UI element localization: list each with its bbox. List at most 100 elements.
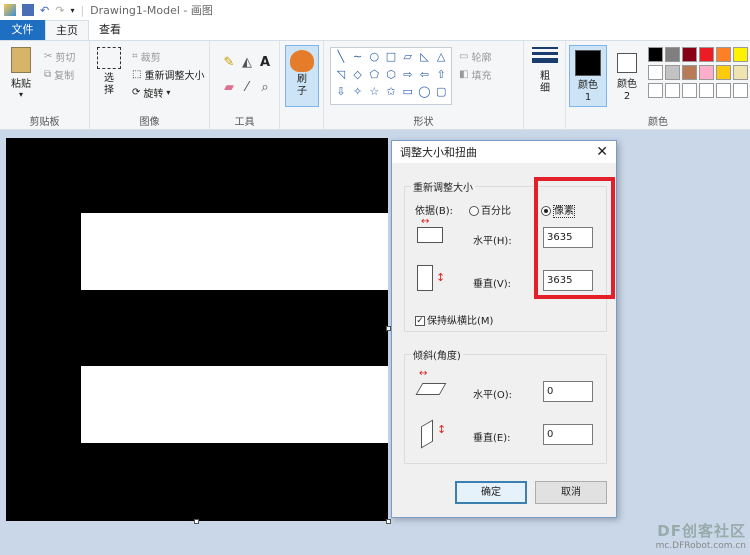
paint-app-icon (4, 4, 16, 16)
shape-item[interactable]: ⇩ (333, 85, 349, 102)
color-swatch[interactable] (682, 65, 697, 80)
color-swatch[interactable] (699, 65, 714, 80)
line-weight-icon (532, 47, 558, 63)
shape-item[interactable]: ▭ (400, 85, 416, 102)
shape-item[interactable]: ☆ (366, 85, 382, 102)
color-swatch[interactable] (733, 83, 748, 98)
color-swatch[interactable] (648, 47, 663, 62)
color-swatch[interactable] (665, 47, 680, 62)
tab-home[interactable]: 主页 (45, 20, 89, 40)
quick-access-dropdown-icon[interactable]: ▾ (70, 6, 74, 15)
shape-item[interactable]: ⬠ (366, 68, 382, 85)
shape-item[interactable]: ◯ (417, 85, 433, 102)
shape-item[interactable]: ✩ (383, 85, 399, 102)
dialog-title: 调整大小和扭曲 (400, 146, 477, 159)
skew-horizontal-input[interactable]: 0 (543, 381, 593, 402)
color-swatch[interactable] (682, 47, 697, 62)
color1-swatch (575, 50, 601, 76)
shape-item[interactable]: △ (433, 50, 449, 67)
magnifier-icon[interactable]: ⌕ (256, 80, 274, 95)
color-swatch[interactable] (665, 65, 680, 80)
fill-icon: ◧ (459, 69, 469, 80)
outline-label: 轮廓 (471, 53, 492, 64)
highlight-box (534, 177, 615, 299)
shape-item[interactable]: ▱ (400, 50, 416, 67)
shape-item[interactable]: ⇧ (433, 68, 449, 85)
title-bar: ↶ ↷ ▾ | Drawing1-Model - 画图 (0, 0, 750, 20)
select-button[interactable]: 选择 (94, 47, 124, 97)
tab-view[interactable]: 查看 (89, 20, 131, 40)
watermark: DF创客社区 mc.DFRobot.com.cn (656, 520, 746, 551)
color-swatch[interactable] (699, 83, 714, 98)
shape-item[interactable]: ◇ (350, 68, 366, 85)
color-swatch[interactable] (716, 83, 731, 98)
color2-button[interactable]: 颜色 2 (610, 45, 644, 107)
brushes-label: 刷子 (297, 74, 307, 97)
color-swatch[interactable] (665, 83, 680, 98)
tab-file[interactable]: 文件 (0, 20, 45, 40)
shape-item[interactable]: ○ (366, 50, 382, 67)
outline-button[interactable]: ▭ 轮廓 (459, 49, 491, 64)
resize-handle-bottom[interactable] (194, 519, 199, 524)
shape-item[interactable]: ∼ (350, 50, 366, 67)
shape-item[interactable]: ⇦ (417, 68, 433, 85)
save-icon[interactable] (22, 4, 34, 16)
shape-item[interactable]: ⬡ (383, 68, 399, 85)
shape-item[interactable]: ✧ (350, 85, 366, 102)
ok-button[interactable]: 确定 (455, 481, 527, 504)
rotate-label: 旋转 (143, 89, 164, 100)
cut-button[interactable]: ✂ 剪切 (44, 49, 75, 64)
color-swatch[interactable] (699, 47, 714, 62)
redo-icon[interactable]: ↷ (55, 4, 64, 17)
color1-button[interactable]: 颜色 1 (569, 45, 607, 107)
canvas-area (0, 131, 750, 555)
tools-group: ✎ ◭ A ▰ ⁄ ⌕ 工具 (210, 41, 280, 130)
color-swatch[interactable] (648, 83, 663, 98)
eraser-icon[interactable]: ▰ (220, 80, 238, 95)
brushes-button[interactable]: 刷子 (285, 45, 319, 107)
fill-button[interactable]: ◧ 填充 (459, 67, 491, 82)
text-icon[interactable]: A (256, 55, 274, 70)
color2-label: 颜色 2 (617, 79, 637, 102)
undo-icon[interactable]: ↶ (40, 4, 49, 17)
percent-radio[interactable]: 百分比 (469, 202, 511, 217)
size-label: 粗细 (540, 71, 550, 94)
ribbon: 粘贴 ▾ ✂ 剪切 ⧉ 复制 剪贴板 选择 ⌗ 裁剪 ⬚ 重新调整大小 ⟳ 旋转 ▾ 图像 … (0, 40, 750, 130)
clipboard-group: 粘贴 ▾ ✂ 剪切 ⧉ 复制 剪贴板 (0, 41, 90, 130)
shapes-gallery[interactable]: ╲ ∼ ○ □ ▱ ◺ △ ◹ ◇ ⬠ ⬡ ⇨ ⇦ ⇧ ⇩ ✧ ☆ ✩ ▭ ◯ ▢ (330, 47, 452, 105)
copy-button[interactable]: ⧉ 复制 (44, 67, 74, 82)
clipboard-group-label: 剪贴板 (29, 117, 60, 128)
drawing-canvas[interactable] (6, 138, 388, 521)
color-swatch[interactable] (733, 47, 748, 62)
shape-item[interactable]: ⇨ (400, 68, 416, 85)
rotate-button[interactable]: ⟳ 旋转 ▾ (132, 85, 170, 100)
close-icon[interactable]: ✕ (596, 144, 608, 160)
by-label: 依据(B): (415, 206, 454, 217)
color-swatch[interactable] (716, 65, 731, 80)
skew-vertical-icon (421, 419, 433, 449)
shapes-group: ╲ ∼ ○ □ ▱ ◺ △ ◹ ◇ ⬠ ⬡ ⇨ ⇦ ⇧ ⇩ ✧ ☆ ✩ ▭ ◯ ▢ ▭ 轮廓 ◧ 填充 形状 (324, 41, 524, 130)
cancel-button[interactable]: 取消 (535, 481, 607, 504)
resize-handle-corner[interactable] (386, 519, 391, 524)
color-swatch[interactable] (716, 47, 731, 62)
shape-item[interactable]: ◹ (333, 68, 349, 85)
fill-bucket-icon[interactable]: ◭ (238, 55, 256, 70)
skew-vertical-input[interactable]: 0 (543, 424, 593, 445)
crop-button[interactable]: ⌗ 裁剪 (132, 49, 161, 64)
vertical-label: 垂直(V): (473, 279, 512, 290)
skew-horizontal-icon (415, 383, 447, 395)
paste-button[interactable]: 粘贴 ▾ (6, 47, 36, 99)
color-swatch[interactable] (733, 65, 748, 80)
shape-item[interactable]: ╲ (333, 50, 349, 67)
horizontal-label: 水平(H): (473, 236, 512, 247)
color-swatch[interactable] (682, 83, 697, 98)
pencil-icon[interactable]: ✎ (220, 55, 238, 70)
color-swatch[interactable] (648, 65, 663, 80)
color-picker-icon[interactable]: ⁄ (238, 80, 256, 95)
size-button[interactable]: 粗细 (528, 47, 562, 95)
shape-item[interactable]: ◺ (417, 50, 433, 67)
resize-button[interactable]: ⬚ 重新调整大小 (132, 67, 204, 82)
keep-ratio-checkbox[interactable]: ✓ 保持纵横比(M) (415, 312, 493, 327)
shape-item[interactable]: □ (383, 50, 399, 67)
shape-item[interactable]: ▢ (433, 85, 449, 102)
